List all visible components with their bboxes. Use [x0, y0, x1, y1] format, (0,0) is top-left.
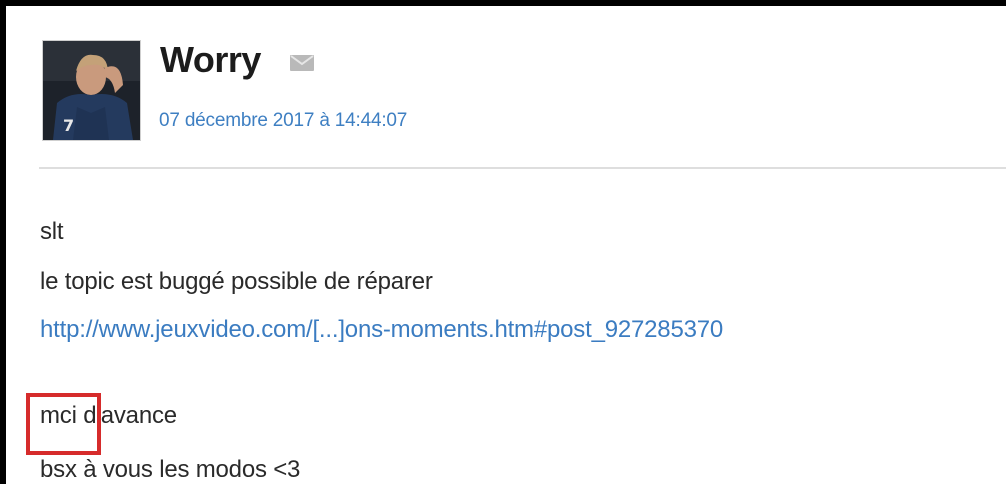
post-text-fragment: d'avance	[76, 402, 177, 429]
post-text-line: bsx à vous les modos <3	[40, 456, 301, 483]
post-text-line: le topic est buggé possible de réparer	[40, 268, 433, 295]
highlighted-word: mci	[40, 402, 77, 429]
post-date: 07 décembre 2017 à 14:44:07	[159, 110, 408, 131]
author-name[interactable]: Worry	[160, 39, 261, 81]
user-avatar[interactable]: 7	[43, 41, 140, 140]
screenshot-frame: 7 Worry 07 décembre 2017 à 14:44:07 slt …	[0, 0, 1006, 484]
post-text-line: mci d'avance	[40, 402, 177, 430]
post-link-line: http://www.jeuxvideo.com/[...]ons-moment…	[40, 316, 723, 344]
header-divider	[39, 167, 1006, 169]
avatar-image: 7	[43, 41, 140, 140]
envelope-icon[interactable]	[289, 54, 315, 72]
post-text-line: slt	[40, 218, 64, 245]
forum-post: 7 Worry 07 décembre 2017 à 14:44:07 slt …	[12, 12, 1006, 484]
post-link[interactable]: http://www.jeuxvideo.com/[...]ons-moment…	[40, 316, 723, 343]
jersey-number: 7	[63, 116, 74, 135]
